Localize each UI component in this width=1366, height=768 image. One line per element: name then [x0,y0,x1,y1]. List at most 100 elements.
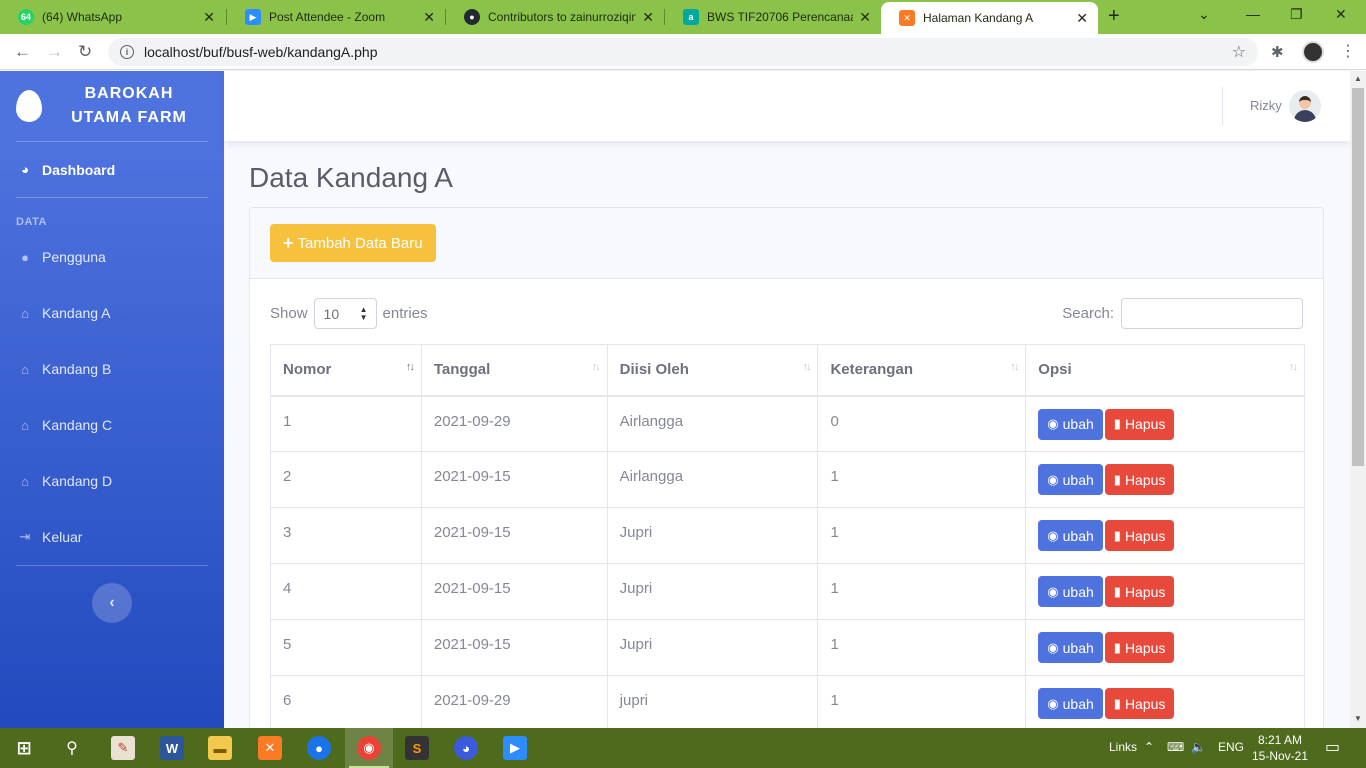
url-bar[interactable]: i localhost/buf/busf-web/kandangA.php ☆ [108,38,1258,66]
cell-diisi-oleh: Jupri [606,507,819,564]
chrome-icon[interactable]: ◉ [357,736,381,760]
links-toolbar[interactable]: Links [1109,740,1137,754]
edit-button[interactable]: ◉ ubah [1038,688,1103,719]
info-icon[interactable]: i [120,45,134,59]
edit-button[interactable]: ◉ ubah [1038,576,1103,607]
scroll-down-icon[interactable]: ▼ [1354,714,1362,723]
tab-halaman-kandang-a[interactable]: ✕ Halaman Kandang A ✕ [881,2,1098,34]
column-header-keterangan[interactable]: Keterangan ↑↓ [817,344,1027,397]
input-method-icon[interactable]: ⌨ [1167,740,1184,754]
delete-button[interactable]: ▮ Hapus [1104,520,1175,551]
tab-github[interactable]: ● Contributors to zainurroziqin ✕ [446,0,664,34]
avatar-head [1299,96,1311,109]
column-header-diisi-oleh[interactable]: Diisi Oleh ↑↓ [606,344,819,397]
maps-icon[interactable]: ● [307,736,331,760]
eye-icon: ◉ [1047,695,1059,711]
tab-whatsapp[interactable]: 64 (64) WhatsApp ✕ [0,0,225,34]
scrollbar-thumb[interactable] [1352,88,1364,466]
url-text[interactable]: localhost/buf/busf-web/kandangA.php [144,44,378,60]
column-header-label: Keterangan [830,361,913,379]
sidebar-item-dashboard[interactable]: ◕ Dashboard [0,142,224,197]
add-data-button[interactable]: + Tambah Data Baru [270,224,436,262]
chevron-up-icon[interactable]: ⌃ [1144,740,1154,754]
edit-button[interactable]: ◉ ubah [1038,408,1103,440]
clock[interactable]: 8:21 AM 15-Nov-21 [1252,732,1308,764]
window-close-button[interactable]: ✕ [1335,6,1347,23]
tab-title: (64) WhatsApp [42,10,123,24]
cell-tanggal: 2021-09-29 [420,395,608,452]
profile-avatar[interactable] [1302,41,1324,63]
scroll-up-icon[interactable]: ▲ [1354,74,1362,83]
sidebar-item-kandang-a[interactable]: ⌂ Kandang A [0,285,224,341]
search-input[interactable] [1121,298,1303,329]
user-avatar[interactable] [1289,90,1321,122]
notification-icon[interactable]: ▭ [1325,737,1340,757]
edit-button[interactable]: ◉ ubah [1038,520,1103,551]
home-icon: ⌂ [21,417,29,433]
eye-icon: ◉ [1047,639,1059,655]
delete-button[interactable]: ▮ Hapus [1104,464,1175,495]
column-header-tanggal[interactable]: Tanggal ↑↓ [420,344,608,397]
minimize-button[interactable]: — [1246,6,1260,22]
sidebar-item-label: Kandang C [42,417,113,433]
close-icon[interactable]: ✕ [642,9,654,26]
github-icon: ● [464,9,480,25]
cell-keterangan: 1 [817,619,1027,676]
cell-nomor: 3 [270,507,422,564]
windows-taskbar: ⊞ ⚲ ✎ W ▬ ✕ ● ◉ S ◕ ▶ Links ⌃ ⌨ 🔈 ENG 8:… [0,728,1366,768]
new-tab-button[interactable]: + [1108,5,1120,28]
volume-icon[interactable]: 🔈 [1191,740,1206,754]
bookmark-star-icon[interactable]: ☆ [1232,42,1246,62]
sidebar-item-kandang-d[interactable]: ⌂ Kandang D [0,453,224,509]
sidebar-item-kandang-c[interactable]: ⌂ Kandang C [0,397,224,453]
edit-button[interactable]: ◉ ubah [1038,464,1103,495]
file-explorer-icon[interactable]: ▬ [208,736,232,760]
menu-icon[interactable]: ⋮ [1340,41,1356,61]
column-header-opsi[interactable]: Opsi ↑↓ [1025,344,1305,397]
word-icon[interactable]: W [160,736,184,760]
xampp-icon[interactable]: ✕ [258,736,282,760]
tab-bws[interactable]: a BWS TIF20706 Perencanaan ✕ [665,0,881,34]
close-icon[interactable]: ✕ [859,9,871,26]
delete-label: Hapus [1124,527,1166,544]
discord-icon[interactable]: ◕ [454,736,478,760]
reload-icon[interactable]: ↻ [78,42,92,62]
brand[interactable]: BAROKAH UTAMA FARM [0,71,224,141]
forward-icon[interactable]: → [46,42,63,62]
column-header-nomor[interactable]: Nomor ↑↓ [270,344,422,397]
restore-button[interactable]: ❐ [1290,6,1303,23]
entries-select[interactable]: 10 ▲ ▼ [313,298,377,329]
tab-zoom[interactable]: ▶ Post Attendee - Zoom ✕ [227,0,445,34]
close-icon[interactable]: ✕ [1076,10,1088,27]
brand-line-1: BAROKAH [84,85,174,102]
paint-icon[interactable]: ✎ [111,736,135,760]
search-icon[interactable]: ⚲ [60,736,84,760]
sidebar-item-keluar[interactable]: ⇥ Keluar [0,509,224,565]
delete-button[interactable]: ▮ Hapus [1104,408,1175,440]
brand-line-2: UTAMA FARM [71,109,187,126]
user-name[interactable]: Rizky [1250,98,1282,113]
windows-start-icon[interactable]: ⊞ [12,736,36,760]
cell-tanggal: 2021-09-15 [420,507,608,564]
column-header-label: Diisi Oleh [619,361,689,379]
edit-button[interactable]: ◉ ubah [1038,632,1103,663]
cell-diisi-oleh: jupri [606,675,819,732]
trash-icon: ▮ [1113,471,1121,487]
cell-keterangan: 1 [817,675,1027,732]
edit-label: ubah [1062,695,1094,712]
zoom-icon[interactable]: ▶ [503,736,527,760]
tab-search-icon[interactable]: ⌄ [1198,6,1210,23]
back-icon[interactable]: ← [14,42,31,62]
sidebar-item-kandang-b[interactable]: ⌂ Kandang B [0,341,224,397]
sidebar-item-pengguna[interactable]: ● Pengguna [0,229,224,285]
sidebar-toggle-button[interactable]: ‹ [92,583,132,623]
delete-button[interactable]: ▮ Hapus [1104,688,1175,719]
delete-button[interactable]: ▮ Hapus [1104,632,1175,663]
close-icon[interactable]: ✕ [203,9,215,26]
sublime-text-icon[interactable]: S [405,736,429,760]
table-search: Search: [1062,298,1303,329]
close-icon[interactable]: ✕ [423,9,435,26]
extensions-icon[interactable]: ✱ [1271,43,1284,61]
delete-button[interactable]: ▮ Hapus [1104,576,1175,607]
language-indicator[interactable]: ENG [1218,740,1244,754]
